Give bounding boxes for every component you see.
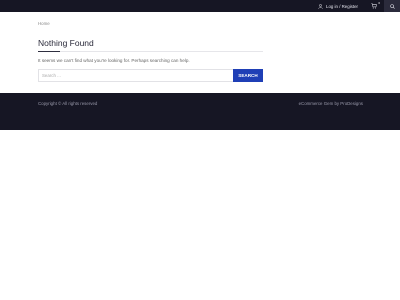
cart-icon <box>371 3 377 9</box>
no-results-message: It seems we can't find what you're looki… <box>38 58 190 63</box>
site-footer: Copyright © All rights reserved eCommerc… <box>0 93 400 130</box>
search-submit-button[interactable]: SEARCH <box>233 69 263 82</box>
cart-button[interactable]: 0 <box>367 0 381 12</box>
breadcrumb[interactable]: Home <box>38 21 50 26</box>
header-search-button[interactable] <box>384 0 400 12</box>
login-register-link[interactable]: Log in / Register <box>318 4 367 9</box>
title-divider <box>38 51 263 52</box>
login-register-label: Log in / Register <box>326 3 358 9</box>
user-icon <box>318 3 323 9</box>
cart-count-badge: 0 <box>378 1 380 5</box>
title-divider-accent <box>38 51 60 52</box>
theme-credit-link[interactable]: eCommerce Gem by ProDesigns <box>299 101 363 106</box>
page-title: Nothing Found <box>38 38 94 48</box>
breadcrumb-home-link[interactable]: Home <box>38 21 50 26</box>
top-bar-actions: Log in / Register 0 <box>318 0 400 12</box>
search-form: SEARCH <box>38 69 263 82</box>
top-bar: Log in / Register 0 <box>0 0 400 12</box>
search-icon <box>389 3 395 9</box>
copyright-text: Copyright © All rights reserved <box>38 101 98 106</box>
search-input[interactable] <box>38 69 233 82</box>
